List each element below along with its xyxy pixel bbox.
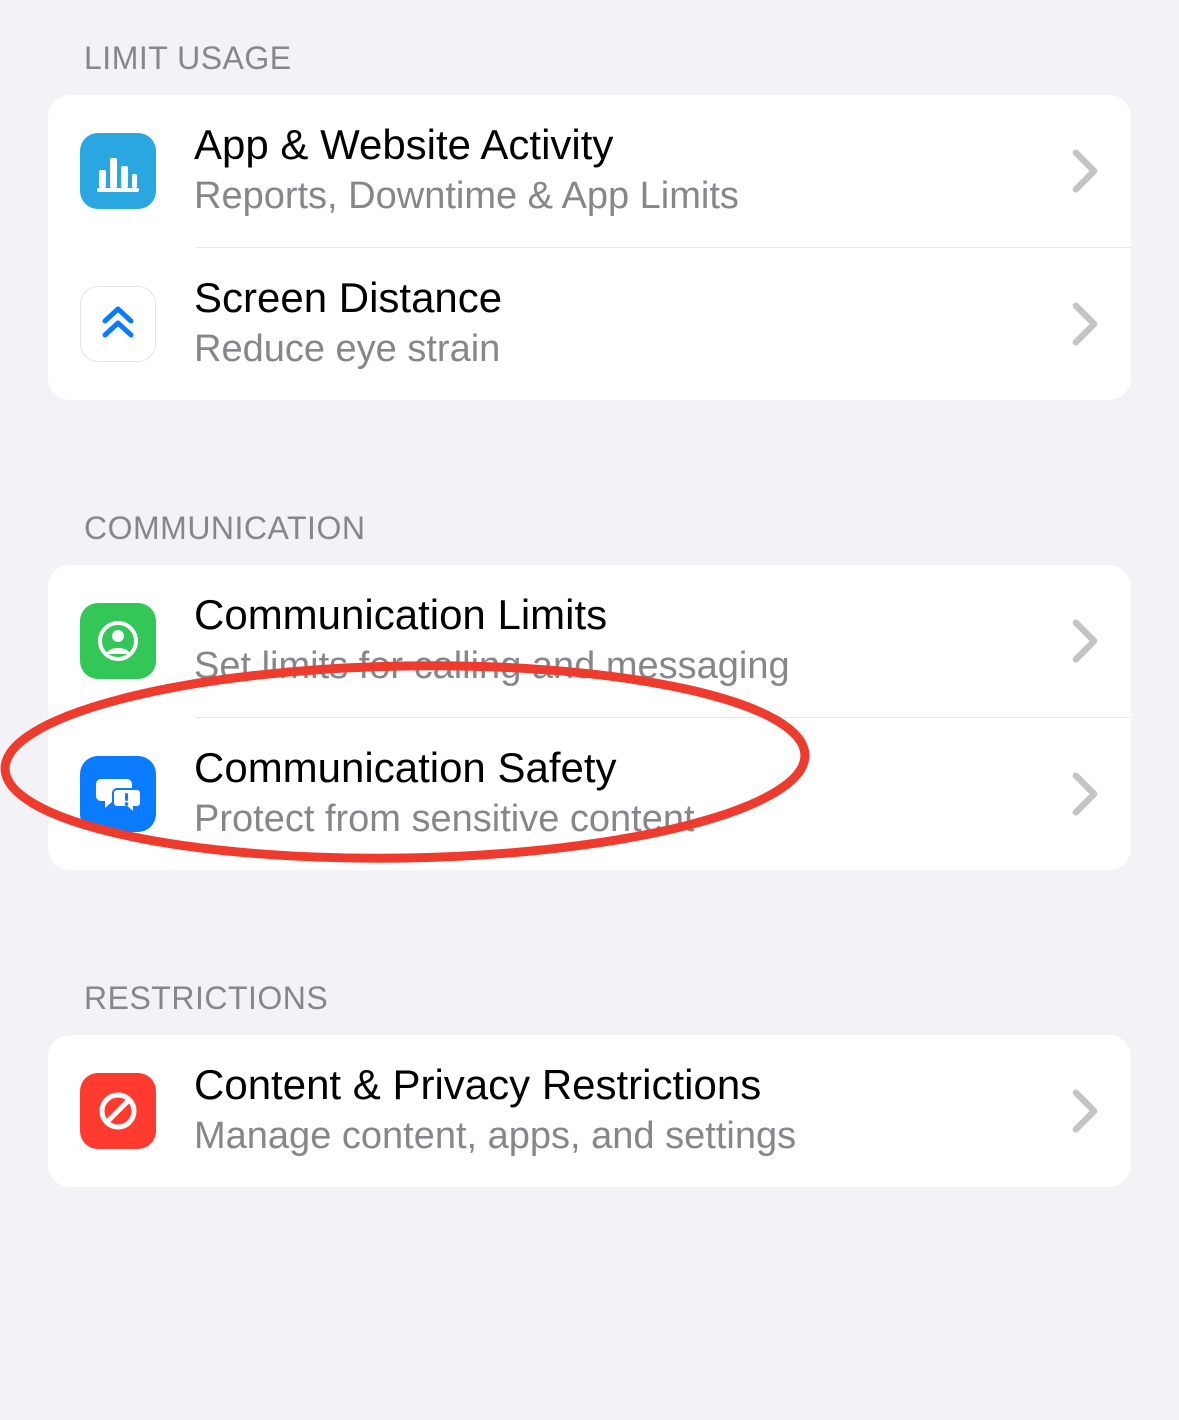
section-communication: COMMUNICATION Communication Limits Set l…: [0, 510, 1179, 870]
row-title: Communication Limits: [194, 591, 1055, 639]
row-text: Screen Distance Reduce eye strain: [194, 274, 1055, 374]
section-header-restrictions: RESTRICTIONS: [0, 980, 1179, 1035]
section-restrictions: RESTRICTIONS Content & Privacy Restricti…: [0, 980, 1179, 1187]
row-text: App & Website Activity Reports, Downtime…: [194, 121, 1055, 221]
prohibit-icon: [80, 1073, 156, 1149]
row-subtitle: Protect from sensitive content: [194, 796, 1055, 844]
section-limit-usage: LIMIT USAGE App & Website Activity Repor…: [0, 40, 1179, 400]
row-screen-distance[interactable]: Screen Distance Reduce eye strain: [48, 248, 1131, 400]
section-group-communication: Communication Limits Set limits for call…: [48, 565, 1131, 870]
row-title: Screen Distance: [194, 274, 1055, 322]
chat-alert-icon: [80, 756, 156, 832]
chevron-right-icon: [1071, 149, 1099, 193]
row-title: Communication Safety: [194, 744, 1055, 792]
row-subtitle: Reduce eye strain: [194, 326, 1055, 374]
row-communication-limits[interactable]: Communication Limits Set limits for call…: [48, 565, 1131, 717]
person-circle-icon: [80, 603, 156, 679]
chevron-right-icon: [1071, 619, 1099, 663]
row-title: App & Website Activity: [194, 121, 1055, 169]
row-text: Communication Limits Set limits for call…: [194, 591, 1055, 691]
row-content-privacy-restrictions[interactable]: Content & Privacy Restrictions Manage co…: [48, 1035, 1131, 1187]
row-subtitle: Manage content, apps, and settings: [194, 1113, 1055, 1161]
row-text: Communication Safety Protect from sensit…: [194, 744, 1055, 844]
row-title: Content & Privacy Restrictions: [194, 1061, 1055, 1109]
section-group-restrictions: Content & Privacy Restrictions Manage co…: [48, 1035, 1131, 1187]
section-header-communication: COMMUNICATION: [0, 510, 1179, 565]
section-header-limit-usage: LIMIT USAGE: [0, 40, 1179, 95]
section-group-limit-usage: App & Website Activity Reports, Downtime…: [48, 95, 1131, 400]
row-communication-safety[interactable]: Communication Safety Protect from sensit…: [48, 718, 1131, 870]
chevrons-up-icon: [80, 286, 156, 362]
row-app-website-activity[interactable]: App & Website Activity Reports, Downtime…: [48, 95, 1131, 247]
settings-page: LIMIT USAGE App & Website Activity Repor…: [0, 0, 1179, 1187]
row-text: Content & Privacy Restrictions Manage co…: [194, 1061, 1055, 1161]
chevron-right-icon: [1071, 1089, 1099, 1133]
chevron-right-icon: [1071, 772, 1099, 816]
row-subtitle: Reports, Downtime & App Limits: [194, 173, 1055, 221]
bar-chart-icon: [80, 133, 156, 209]
row-subtitle: Set limits for calling and messaging: [194, 643, 1055, 691]
chevron-right-icon: [1071, 302, 1099, 346]
